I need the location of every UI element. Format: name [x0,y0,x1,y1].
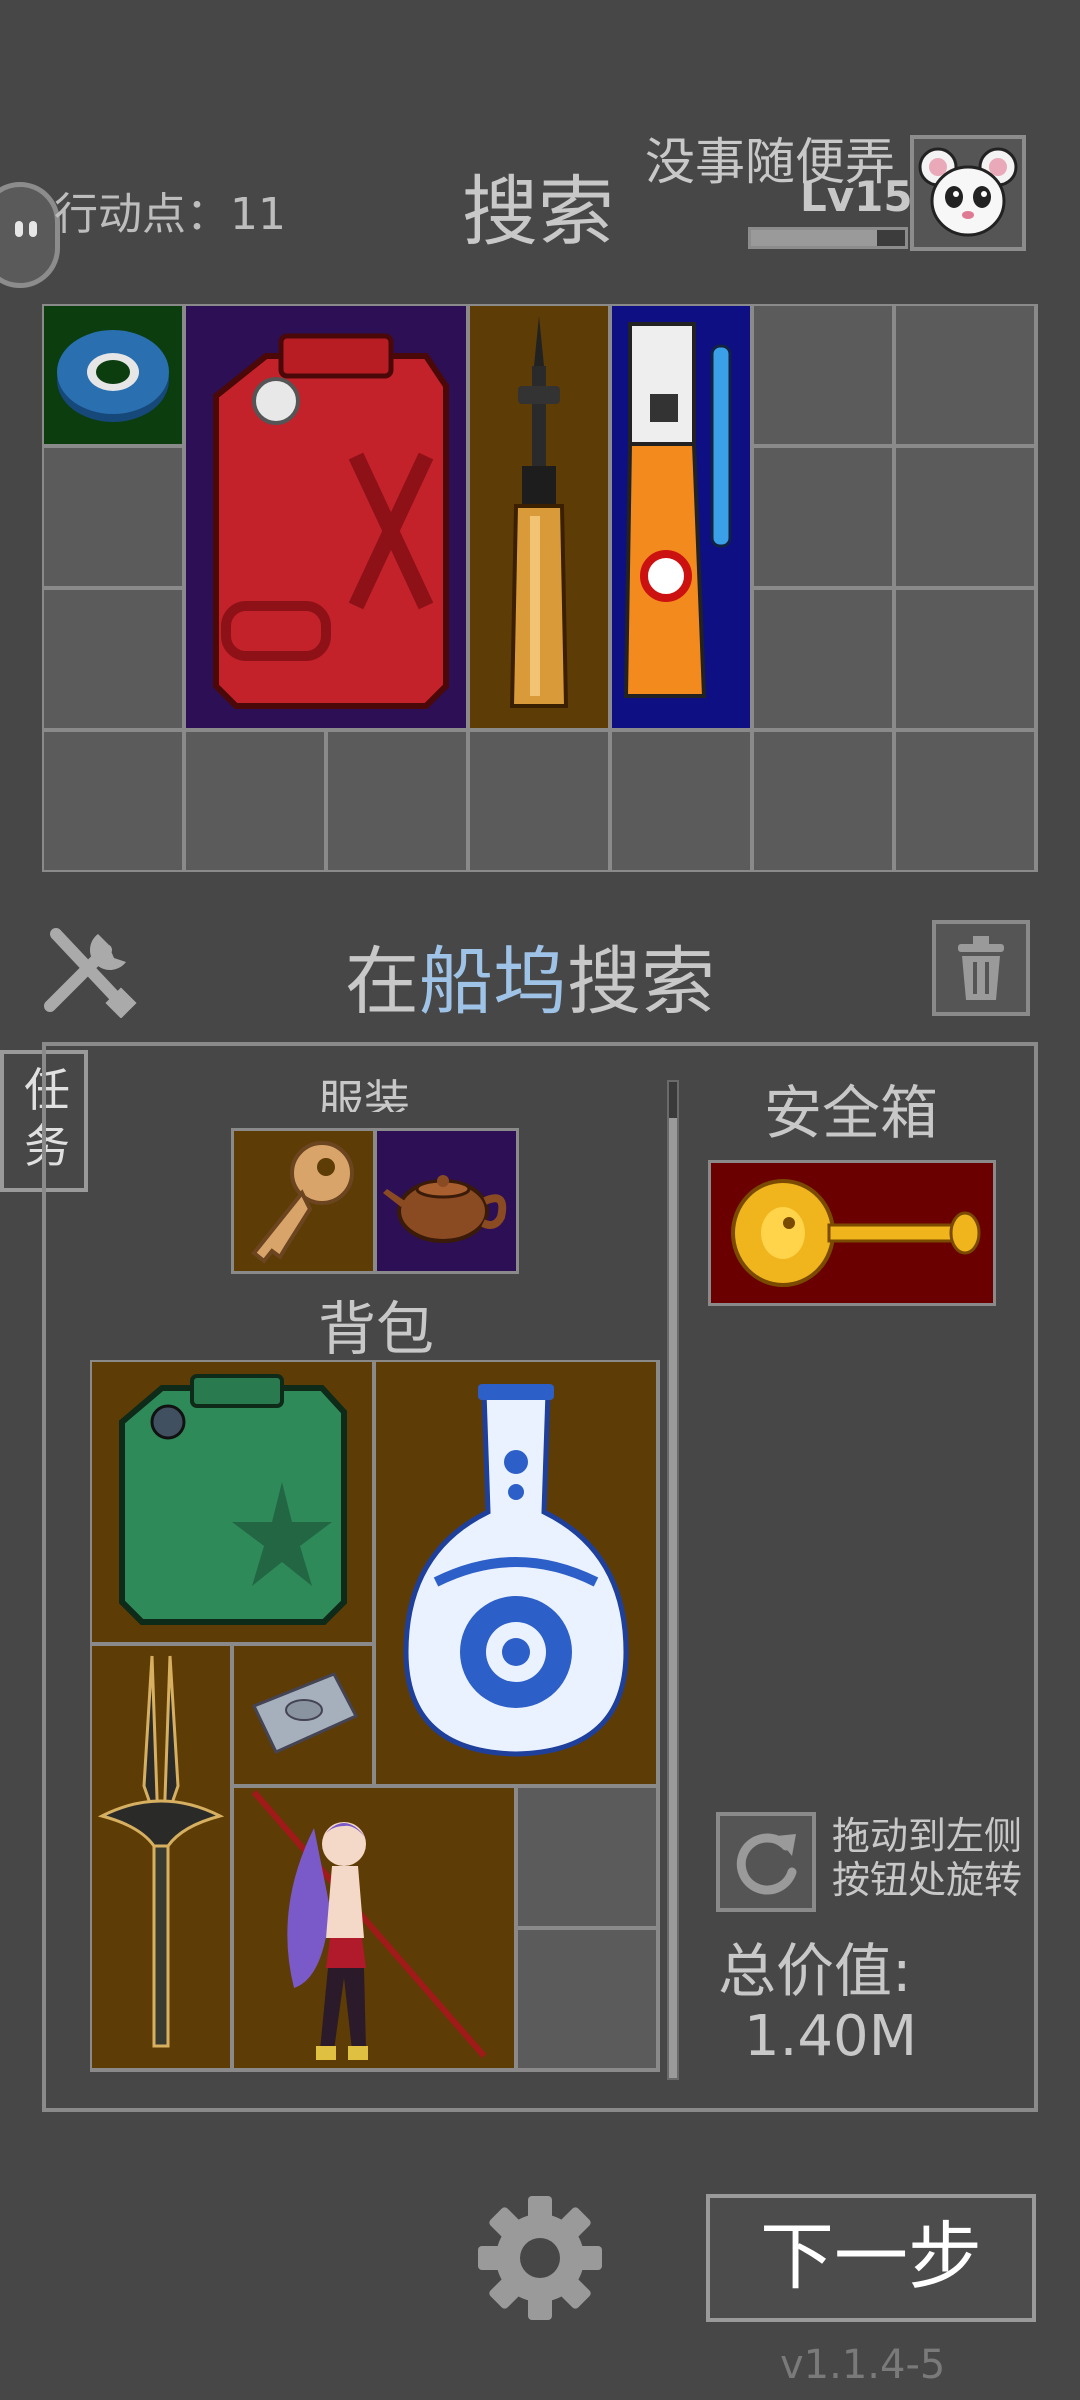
empty-slot[interactable] [328,732,466,870]
page-title: 搜索 [462,167,614,256]
anime-figure-icon [251,1790,487,2060]
gear-icon [478,2196,602,2320]
next-step-button[interactable]: 下一步 [706,2194,1036,2322]
sealant-tube-icon [623,322,732,698]
empty-slot[interactable] [612,732,750,870]
total-value: 1.40M [744,2004,918,2069]
empty-slot[interactable] [44,732,182,870]
item-red-jerrycan[interactable] [186,306,466,728]
dagger-icon [97,1655,225,2048]
inventory-scrollbar[interactable] [667,1080,679,2080]
search-grid[interactable] [42,304,1038,872]
item-gold-key[interactable] [711,1163,993,1303]
item-anime-figure[interactable] [234,1788,514,2068]
search-title-prefix: 在 [345,939,419,1025]
player-level: Lv15 [800,172,913,221]
red-jerrycan-icon [213,333,449,709]
empty-slot[interactable] [754,590,892,728]
item-key[interactable] [234,1131,373,1271]
rotate-button[interactable] [716,1812,816,1912]
trash-button[interactable] [932,920,1030,1016]
version-label: v1.1.4-5 [780,2342,946,2388]
trash-icon [958,936,1004,1000]
rotate-icon [736,1833,797,1895]
empty-slot[interactable] [44,448,182,586]
empty-slot[interactable] [518,1788,656,1926]
equipment-slots[interactable] [231,1128,519,1274]
backpack-grid[interactable] [90,1360,660,2072]
key-icon [251,1141,354,1264]
total-value-label: 总价值: [718,1937,912,2005]
item-porcelain-vase[interactable] [376,1362,656,1784]
safe-box-slot[interactable] [708,1160,996,1306]
hard-drive-icon [251,1672,359,1754]
next-step-label: 下一步 [760,2214,982,2300]
green-jerrycan-icon [119,1374,347,1625]
empty-slot[interactable] [754,448,892,586]
settings-button[interactable] [474,2192,606,2324]
item-hard-drive[interactable] [234,1646,372,1784]
search-location-title: 在船坞搜索 [345,922,715,1029]
teapot-icon [383,1175,507,1243]
item-green-jerrycan[interactable] [92,1362,372,1642]
empty-slot[interactable] [470,732,608,870]
avatar[interactable] [910,135,1026,251]
empty-slot[interactable] [896,590,1034,728]
action-points: 行动点：11 [54,189,286,240]
porcelain-vase-icon [403,1384,629,1757]
empty-slot[interactable] [896,306,1034,444]
xp-bar-fill [751,230,878,246]
empty-slot[interactable] [44,590,182,728]
empty-slot[interactable] [896,448,1034,586]
backpack-label: 背包 [318,1295,435,1363]
empty-slot[interactable] [518,1930,656,2068]
item-tape-roll[interactable] [44,306,182,444]
menu-toggle[interactable] [0,182,60,288]
empty-slot[interactable] [754,306,892,444]
tools-button[interactable] [36,922,140,1018]
tape-roll-icon [57,330,169,422]
item-teapot[interactable] [377,1131,516,1271]
xp-bar [748,227,908,249]
search-location-name: 船坞 [419,939,567,1025]
scrollbar-thumb[interactable] [669,1118,677,2078]
empty-slot[interactable] [186,732,324,870]
empty-slot[interactable] [754,732,892,870]
empty-slot[interactable] [896,732,1034,870]
item-screwdriver[interactable] [470,306,608,728]
rotate-hint: 拖动到左侧 按钮处旋转 [832,1814,1023,1902]
safe-box-label: 安全箱 [764,1079,939,1147]
equipment-label: 服装 [318,1075,410,1112]
gold-key-icon [731,1179,981,1287]
wrench-screwdriver-icon [44,928,137,1018]
item-dagger[interactable] [92,1646,230,2068]
search-title-suffix: 搜索 [567,939,715,1025]
screwdriver-icon [509,316,569,708]
item-sealant-tube[interactable] [612,306,750,728]
